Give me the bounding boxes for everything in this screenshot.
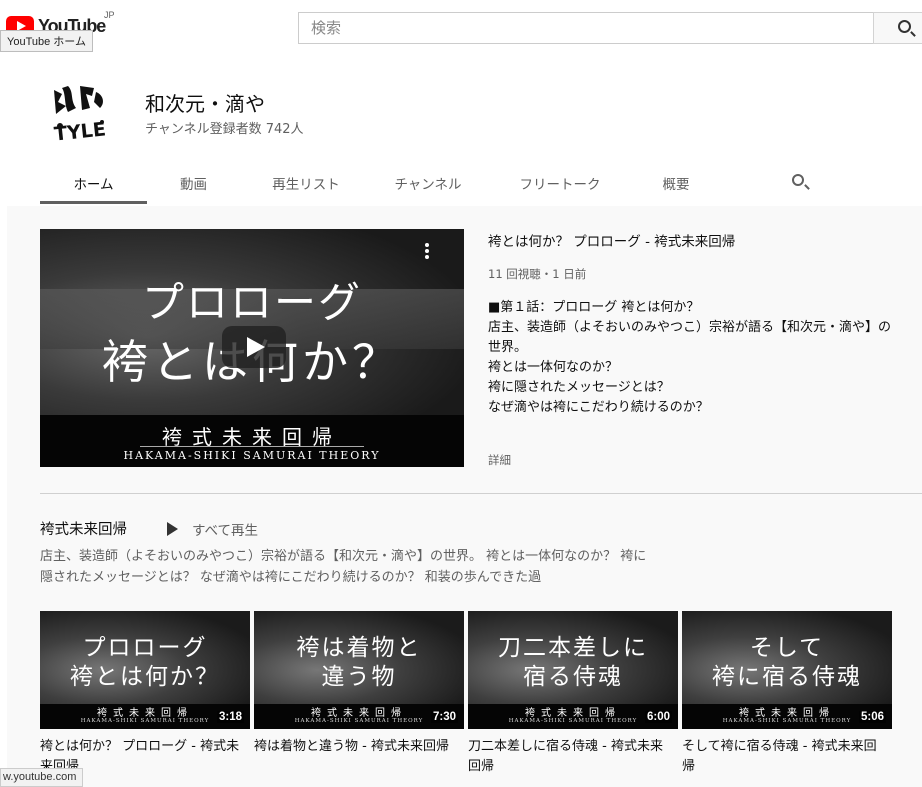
video-title[interactable]: そして袴に宿る侍魂 - 袴式未来回帰 <box>682 737 882 777</box>
video-title[interactable]: 刀二本差しに宿る侍魂 - 袴式未来回帰 <box>468 737 668 777</box>
tab-about[interactable]: 概要 <box>636 161 716 204</box>
show-more-link[interactable]: 詳細 <box>488 452 511 468</box>
thumbnail-rule <box>140 446 364 447</box>
thumbnail-title-line2: 袴に宿る侍魂 <box>712 664 862 690</box>
description-line: 店主、装造師（よそおいのみやつこ）宗裕が語る【和次元・滴や】の世界。 <box>488 320 892 355</box>
channel-header: TYLE 和次元・滴や チャンネル登録者数 742人 ホーム 動画 再生リスト … <box>0 56 922 206</box>
description-line: なぜ滴やは袴にこだわり続けるのか？ <box>488 400 709 415</box>
thumbnail-title-line2: 違う物 <box>321 664 397 690</box>
description-line: 袴とは一体何なのか？ <box>488 360 619 375</box>
play-icon[interactable] <box>222 326 286 368</box>
search-input[interactable] <box>299 13 873 43</box>
thumbnail-series-subtitle: HAKAMA-SHIKI SAMURAI THEORY <box>123 449 381 462</box>
featured-video-title[interactable]: 袴とは何か？ プロローグ - 袴式未来回帰 <box>488 230 735 250</box>
video-title[interactable]: 袴は着物と違う物 - 袴式未来回帰 <box>254 737 454 757</box>
search-button[interactable] <box>873 12 922 44</box>
video-duration: 5:06 <box>858 711 886 723</box>
play-all-label: すべて再生 <box>192 523 259 539</box>
play-all-icon <box>167 522 178 536</box>
play-all-button[interactable]: すべて再生 <box>167 519 258 539</box>
more-vert-icon[interactable] <box>424 243 430 261</box>
search-box <box>298 12 874 44</box>
region-code: JP <box>104 10 115 20</box>
video-thumbnail[interactable]: そして 袴に宿る侍魂 袴式未来回帰 HAKAMA-SHIKI SAMURAI T… <box>682 611 892 729</box>
video-duration: 7:30 <box>430 711 458 723</box>
thumbnail-title-line2: 袴とは何か？ <box>70 664 220 690</box>
video-card: 刀二本差しに 宿る侍魂 袴式未来回帰 HAKAMA-SHIKI SAMURAI … <box>468 611 678 777</box>
channel-name: 和次元・滴や <box>145 92 265 116</box>
search-icon <box>792 174 804 186</box>
status-bar-url: w.youtube.com <box>0 768 84 787</box>
thumbnail-title-line1: プロローグ <box>141 278 362 327</box>
video-card: 袴は着物と 違う物 袴式未来回帰 HAKAMA-SHIKI SAMURAI TH… <box>254 611 464 757</box>
playlist-description: 店主、装造師（よそおいのみやつこ）宗裕が語る【和次元・滴や】の世界。 袴とは一体… <box>40 549 647 585</box>
masthead: YouTube JP <box>0 0 922 56</box>
channel-logo-icon: TYLE <box>40 72 120 152</box>
subscriber-count: チャンネル登録者数 742人 <box>145 122 304 137</box>
video-thumbnail[interactable]: 刀二本差しに 宿る侍魂 袴式未来回帰 HAKAMA-SHIKI SAMURAI … <box>468 611 678 729</box>
featured-video-meta: 11 回視聴・1 日前 <box>488 267 587 281</box>
tab-community[interactable]: フリートーク <box>484 161 636 204</box>
video-card: そして 袴に宿る侍魂 袴式未来回帰 HAKAMA-SHIKI SAMURAI T… <box>682 611 892 777</box>
search-icon <box>898 20 911 33</box>
tab-playlists[interactable]: 再生リスト <box>240 161 372 204</box>
video-duration: 6:00 <box>644 711 672 723</box>
channel-avatar[interactable]: TYLE <box>40 72 120 152</box>
tab-videos[interactable]: 動画 <box>147 161 240 204</box>
channel-tabs: ホーム 動画 再生リスト チャンネル フリートーク 概要 <box>40 161 716 204</box>
video-duration: 3:18 <box>216 711 244 723</box>
video-card: プロローグ 袴とは何か？ 袴式未来回帰 HAKAMA-SHIKI SAMURAI… <box>40 611 250 777</box>
section-divider <box>40 493 922 494</box>
channel-search-button[interactable] <box>790 172 812 194</box>
left-edge <box>0 206 7 787</box>
tab-channels[interactable]: チャンネル <box>372 161 484 204</box>
featured-video-thumbnail[interactable]: プロローグ 袴とは何か？ 袴式未来回帰 HAKAMA-SHIKI SAMURAI… <box>40 229 464 467</box>
thumbnail-title-line2: 宿る侍魂 <box>523 664 623 690</box>
description-line: ■第１話：プロローグ 袴とは何か？ <box>488 300 700 315</box>
tab-home[interactable]: ホーム <box>40 161 147 204</box>
logo-tooltip: YouTube ホーム <box>0 30 93 52</box>
video-thumbnail[interactable]: プロローグ 袴とは何か？ 袴式未来回帰 HAKAMA-SHIKI SAMURAI… <box>40 611 250 729</box>
featured-video-description: ■第１話：プロローグ 袴とは何か？ 店主、装造師（よそおいのみやつこ）宗裕が語る… <box>488 298 898 448</box>
playlist-title[interactable]: 袴式未来回帰 <box>40 518 127 539</box>
description-line: 袴に隠されたメッセージとは？ <box>488 380 670 395</box>
video-thumbnail[interactable]: 袴は着物と 違う物 袴式未来回帰 HAKAMA-SHIKI SAMURAI TH… <box>254 611 464 729</box>
